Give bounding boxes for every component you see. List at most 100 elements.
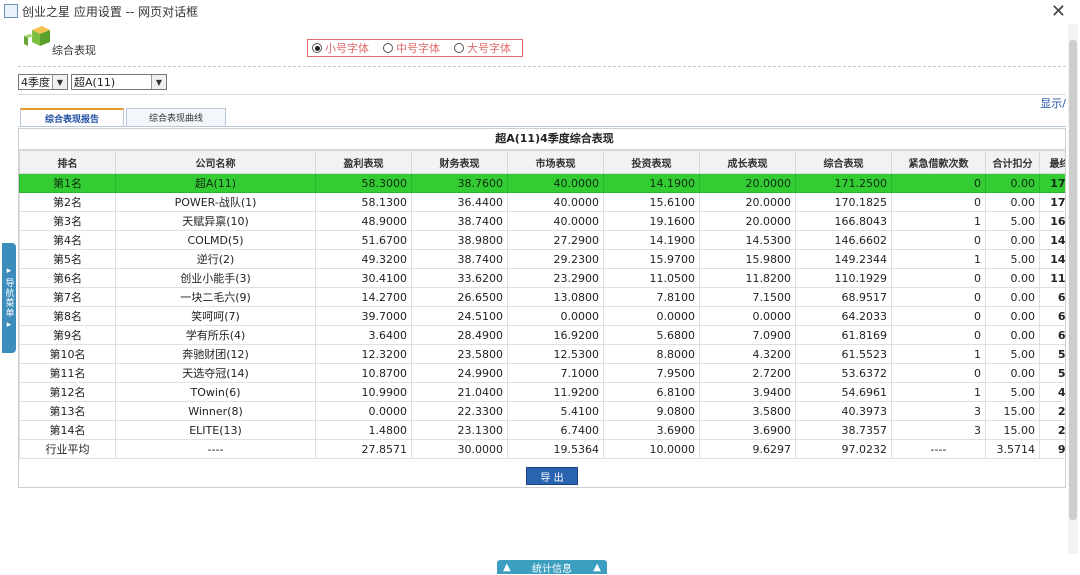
table-cell: 3.6900 — [603, 420, 700, 440]
table-cell: 30.0000 — [411, 439, 508, 459]
table-cell: 29.2300 — [507, 249, 604, 269]
display-link[interactable]: 显示/ — [1040, 95, 1066, 111]
table-cell: 奔驰财团(12) — [115, 344, 316, 364]
side-nav-label: 导航菜单 — [3, 278, 14, 318]
table-row[interactable]: 第7名 一块二毛六(9) 14.2700 26.6500 13.0800 7.8100 7.… — [19, 287, 1065, 307]
table-cell: 61.8169 — [795, 325, 892, 345]
table-cell: 144.2 — [1039, 249, 1065, 269]
table-cell: 11.9200 — [507, 382, 604, 402]
column-header: 排名 — [19, 150, 116, 174]
chevron-right-icon: ▸ — [6, 266, 12, 276]
table-cell: 逆行(2) — [115, 249, 316, 269]
quarter-select[interactable]: 4季度 ▼ — [18, 74, 68, 90]
table-cell: 54.6961 — [795, 382, 892, 402]
font-size-small-radio[interactable]: 小号字体 — [312, 40, 369, 56]
chevron-right-icon: ▸ — [6, 320, 12, 330]
tab-report[interactable]: 综合表现报告 — [20, 108, 124, 126]
table-cell: 3.6900 — [699, 420, 796, 440]
table-cell: 68.9517 — [795, 287, 892, 307]
radio-unchecked-icon — [454, 43, 464, 53]
table-row[interactable]: 第4名 COLMD(5) 51.6700 38.9800 27.2900 14.1900 1… — [19, 230, 1065, 250]
table-row[interactable]: 第2名 POWER-战队(1) 58.1300 36.4400 40.0000 15.61… — [19, 192, 1065, 212]
side-nav-toggle[interactable]: ▸ 导航菜单 ▸ — [2, 243, 16, 353]
table-row[interactable]: 第12名 TOwin(6) 10.9900 21.0400 11.9200 6.8100 3… — [19, 382, 1065, 402]
table-cell: 14.1900 — [603, 230, 700, 250]
tab-curve[interactable]: 综合表现曲线 — [126, 108, 226, 126]
table-cell: 3.5800 — [699, 401, 796, 421]
table-cell: 4.3200 — [699, 344, 796, 364]
table-cell: 7.8100 — [603, 287, 700, 307]
table-cell: 49.3200 — [315, 249, 412, 269]
table-cell: 40.3973 — [795, 401, 892, 421]
table-cell: 20.0000 — [699, 173, 796, 193]
column-header: 成长表现 — [699, 150, 796, 174]
market-select-value: 超A(11) — [74, 76, 116, 89]
scrollbar-thumb[interactable] — [1069, 40, 1077, 520]
quarter-select-value: 4季度 — [21, 76, 50, 89]
table-cell: 0.00 — [985, 192, 1040, 212]
table-cell: 学有所乐(4) — [115, 325, 316, 345]
table-cell: 3 — [891, 420, 986, 440]
table-row[interactable]: 第6名 创业小能手(3) 30.4100 33.6200 23.2900 11.0500 1… — [19, 268, 1065, 288]
table-cell: 23.7 — [1039, 420, 1065, 440]
table-cell: 7.1000 — [507, 363, 604, 383]
table-row[interactable]: 第13名 Winner(8) 0.0000 22.3300 5.4100 9.0800 3.… — [19, 401, 1065, 421]
market-select[interactable]: 超A(11) ▼ — [71, 74, 167, 90]
table-cell: 15.9700 — [603, 249, 700, 269]
font-size-large-label: 大号字体 — [467, 42, 511, 55]
table-cell: 0.00 — [985, 173, 1040, 193]
window-title: 创业之星 应用设置 -- 网页对话框 — [22, 4, 199, 19]
table-cell: 28.4900 — [411, 325, 508, 345]
table-row[interactable]: 第11名 天选夺冠(14) 10.8700 24.9900 7.1000 7.9500 2.… — [19, 363, 1065, 383]
table-caption: 超A(11)4季度综合表现 — [19, 129, 1065, 150]
radio-unchecked-icon — [383, 43, 393, 53]
table-cell: 14.5300 — [699, 230, 796, 250]
table-cell: 30.4100 — [315, 268, 412, 288]
table-cell: 1.4800 — [315, 420, 412, 440]
table-cell: 36.4400 — [411, 192, 508, 212]
table-cell: 2.7200 — [699, 363, 796, 383]
table-cell: 5.00 — [985, 249, 1040, 269]
toolbar-divider — [18, 94, 1066, 95]
table-row[interactable]: 第10名 奔驰财团(12) 12.3200 23.5800 12.5300 8.8000 4… — [19, 344, 1065, 364]
table-cell: 8.8000 — [603, 344, 700, 364]
table-cell: 0 — [891, 287, 986, 307]
table-cell: 40.0000 — [507, 173, 604, 193]
table-cell: 1 — [891, 382, 986, 402]
table-cell: 9.6297 — [699, 439, 796, 459]
table-cell: 24.5100 — [411, 306, 508, 326]
close-icon[interactable]: ✕ — [1051, 1, 1066, 22]
table-cell: 166.8043 — [795, 211, 892, 231]
table-cell: 40.0000 — [507, 211, 604, 231]
table-row[interactable]: 第5名 逆行(2) 49.3200 38.7400 29.2300 15.9700 15.9… — [19, 249, 1065, 269]
table-row[interactable]: 第1名 超A(11) 58.3000 38.7600 40.0000 14.1900 20.… — [19, 173, 1065, 193]
table-cell: 0.00 — [985, 325, 1040, 345]
table-cell: 0.00 — [985, 306, 1040, 326]
table-cell: 53.6372 — [795, 363, 892, 383]
window-titlebar: 创业之星 应用设置 -- 网页对话框 ✕ — [0, 0, 1080, 22]
performance-table: 超A(11)4季度综合表现 排名 公司名称 盈利表现 财务表现 市场表现 投资表现 成长表现… — [19, 129, 1065, 459]
page-title: 综合表现 — [52, 44, 96, 57]
font-size-large-radio[interactable]: 大号字体 — [454, 40, 511, 56]
table-cell: 7.0900 — [699, 325, 796, 345]
table-row[interactable]: 第14名 ELITE(13) 1.4800 23.1300 6.7400 3.6900 3.… — [19, 420, 1065, 440]
table-cell: 第5名 — [19, 249, 116, 269]
stats-info-bar[interactable]: ▲ 统计信息 ▲ — [497, 560, 607, 575]
table-cell: 第6名 — [19, 268, 116, 288]
chevron-down-icon: ▼ — [151, 75, 166, 89]
table-cell: 171.2500 — [795, 173, 892, 193]
table-row[interactable]: 第9名 学有所乐(4) 3.6400 28.4900 16.9200 5.6800 7.09… — [19, 325, 1065, 345]
table-row[interactable]: 行业平均 ---- 27.8571 30.0000 19.5364 10.0000 9.62… — [19, 439, 1065, 459]
table-cell: 110.1929 — [795, 268, 892, 288]
table-row[interactable]: 第8名 笑呵呵(7) 39.7000 24.5100 0.0000 0.0000 0.000… — [19, 306, 1065, 326]
table-cell: 一块二毛六(9) — [115, 287, 316, 307]
table-cell: 170.1 — [1039, 192, 1065, 212]
table-cell: 23.5800 — [411, 344, 508, 364]
table-cell: 20.0000 — [699, 192, 796, 212]
export-button[interactable]: 导 出 — [526, 467, 578, 485]
table-cell: 26.6500 — [411, 287, 508, 307]
font-size-medium-radio[interactable]: 中号字体 — [383, 40, 440, 56]
table-row[interactable]: 第3名 天赋异禀(10) 48.9000 38.7400 40.0000 19.1600 2… — [19, 211, 1065, 231]
table-cell: ELITE(13) — [115, 420, 316, 440]
chevron-down-icon: ▼ — [52, 75, 67, 89]
